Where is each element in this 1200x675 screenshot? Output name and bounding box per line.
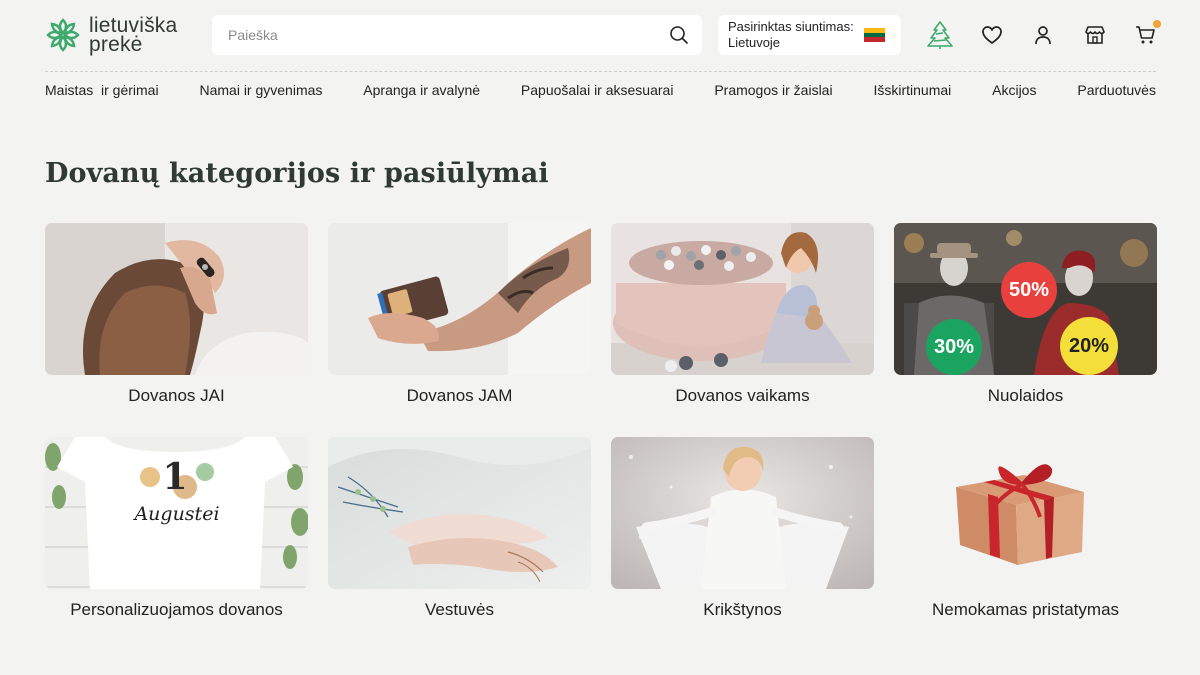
discount-value: 20%: [1068, 334, 1110, 357]
category-card-personalized[interactable]: 1 Augustei Personalizuojamos dovanos: [45, 437, 308, 619]
category-image: 50% 30% 20%: [894, 223, 1157, 375]
heart-icon[interactable]: [979, 22, 1005, 48]
category-image: [894, 437, 1157, 589]
category-card-christening[interactable]: Krikštynos: [611, 437, 874, 619]
shipping-country: Lietuvoje: [728, 35, 781, 50]
category-label: Dovanos JAM: [406, 386, 513, 405]
nav-item-toys[interactable]: Pramogos ir žaislai: [714, 82, 832, 98]
nav-item-food[interactable]: Maistas ir gėrimai: [45, 82, 159, 98]
category-image: [328, 223, 591, 375]
nav-item-home[interactable]: Namai ir gyvenimas: [199, 82, 322, 98]
nav-item-stores[interactable]: Parduotuvės: [1077, 82, 1156, 98]
logo-mark-icon: [46, 18, 80, 52]
category-label: Krikštynos: [703, 600, 782, 619]
category-image: [328, 437, 591, 589]
store-icon[interactable]: [1082, 22, 1108, 48]
search-input[interactable]: [212, 15, 669, 55]
category-image: [611, 223, 874, 375]
discount-value: 50%: [1008, 278, 1050, 301]
search-icon[interactable]: [669, 25, 689, 45]
main-nav: Maistas ir gėrimai Namai ir gyvenimas Ap…: [45, 80, 1156, 100]
category-card-for-her[interactable]: Dovanos JAI: [45, 223, 308, 405]
category-label: Dovanos vaikams: [675, 386, 810, 405]
discount-value: 30%: [933, 335, 975, 358]
lithuania-flag-icon: [863, 28, 885, 43]
category-card-free-shipping[interactable]: Nemokamas pristatymas: [894, 437, 1157, 619]
category-label: Personalizuojamos dovanos: [70, 600, 283, 619]
category-card-wedding[interactable]: Vestuvės: [328, 437, 591, 619]
discount-badge-20: 20%: [1060, 317, 1118, 375]
category-label: Nuolaidos: [987, 386, 1064, 405]
discount-badge-50: 50%: [1001, 262, 1057, 318]
discount-badge-30: 30%: [926, 319, 982, 375]
category-image: [45, 223, 308, 375]
christmas-tree-icon[interactable]: [926, 20, 954, 50]
header-divider: [45, 71, 1156, 72]
personalized-print: Augustei: [132, 503, 219, 525]
category-grid: Dovanos JAI Dovanos JAM Dovanos vaikams …: [45, 223, 1157, 619]
category-label: Nemokamas pristatymas: [931, 600, 1120, 619]
category-card-for-him[interactable]: Dovanos JAM: [328, 223, 591, 405]
shipping-selector[interactable]: Pasirinktas siuntimas: Lietuvoje: [718, 15, 901, 55]
personalized-number: 1: [162, 456, 187, 498]
category-image: 1 Augustei: [45, 437, 308, 589]
nav-item-sales[interactable]: Akcijos: [992, 82, 1036, 98]
category-card-sales[interactable]: 50% 30% 20% Nuolaidos: [894, 223, 1157, 405]
cart-icon[interactable]: [1133, 20, 1161, 48]
page-title: Dovanų kategorijos ir pasiūlymai: [45, 158, 549, 189]
gift-box-icon: [894, 437, 1157, 589]
search-bar: [212, 15, 702, 55]
shipping-label: Pasirinktas siuntimas:: [728, 19, 854, 34]
nav-item-exclusives[interactable]: Išskirtinumai: [873, 82, 951, 98]
category-card-for-kids[interactable]: Dovanos vaikams: [611, 223, 874, 405]
category-image: [611, 437, 874, 589]
logo[interactable]: lietuviška prekė: [45, 14, 195, 56]
cart-badge: [1153, 20, 1161, 28]
shipping-text: Pasirinktas siuntimas: Lietuvoje: [728, 19, 854, 51]
nav-item-jewelry[interactable]: Papuošalai ir aksesuarai: [521, 82, 674, 98]
logo-line-2: prekė: [89, 33, 143, 56]
logo-text: lietuviška prekė: [89, 15, 177, 56]
user-icon[interactable]: [1030, 22, 1056, 48]
site-header: lietuviška prekė Pasirinktas siuntimas: …: [0, 0, 1200, 72]
nav-item-clothing[interactable]: Apranga ir avalynė: [363, 82, 480, 98]
category-label: Vestuvės: [425, 600, 494, 619]
category-label: Dovanos JAI: [128, 386, 225, 405]
